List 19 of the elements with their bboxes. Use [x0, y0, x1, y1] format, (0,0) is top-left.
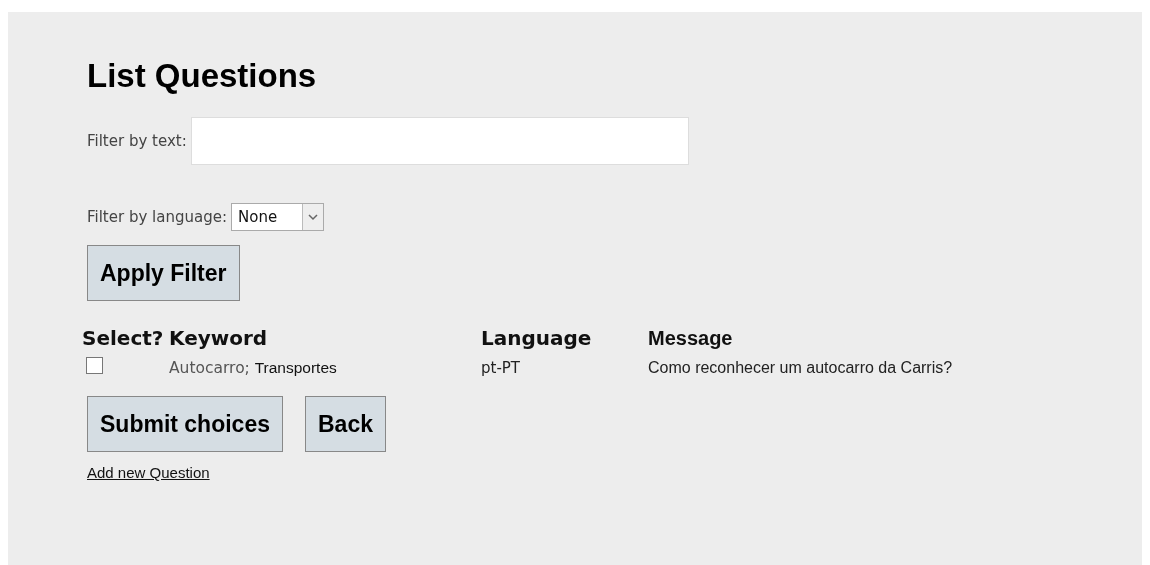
column-header: Message [648, 325, 734, 351]
apply-filter-button[interactable]: Apply Filter [87, 245, 240, 301]
filter-text-field[interactable] [190, 117, 689, 165]
chevron-down-icon [302, 204, 323, 230]
language-dropdown[interactable]: None [231, 203, 324, 231]
keyword-text: Autocarro; [169, 358, 250, 377]
filter-text-label: Filter by text: [87, 132, 187, 150]
language-cell: pt-PT [481, 358, 521, 377]
column-header: Language [481, 325, 593, 352]
message-cell: Como reconhecer um autocarro da Carris? [648, 358, 953, 376]
add-question-link[interactable]: Add new Question [87, 464, 210, 481]
page-title: List Questions [87, 57, 318, 95]
keyword-text: Transportes [254, 358, 337, 376]
back-button[interactable]: Back [305, 396, 386, 452]
column-header: Select? [82, 325, 165, 352]
submit-button[interactable]: Submit choices [87, 396, 283, 452]
filter-language-label: Filter by language: [87, 208, 227, 226]
select-checkbox[interactable] [86, 357, 103, 374]
column-header: Keyword [169, 325, 269, 352]
